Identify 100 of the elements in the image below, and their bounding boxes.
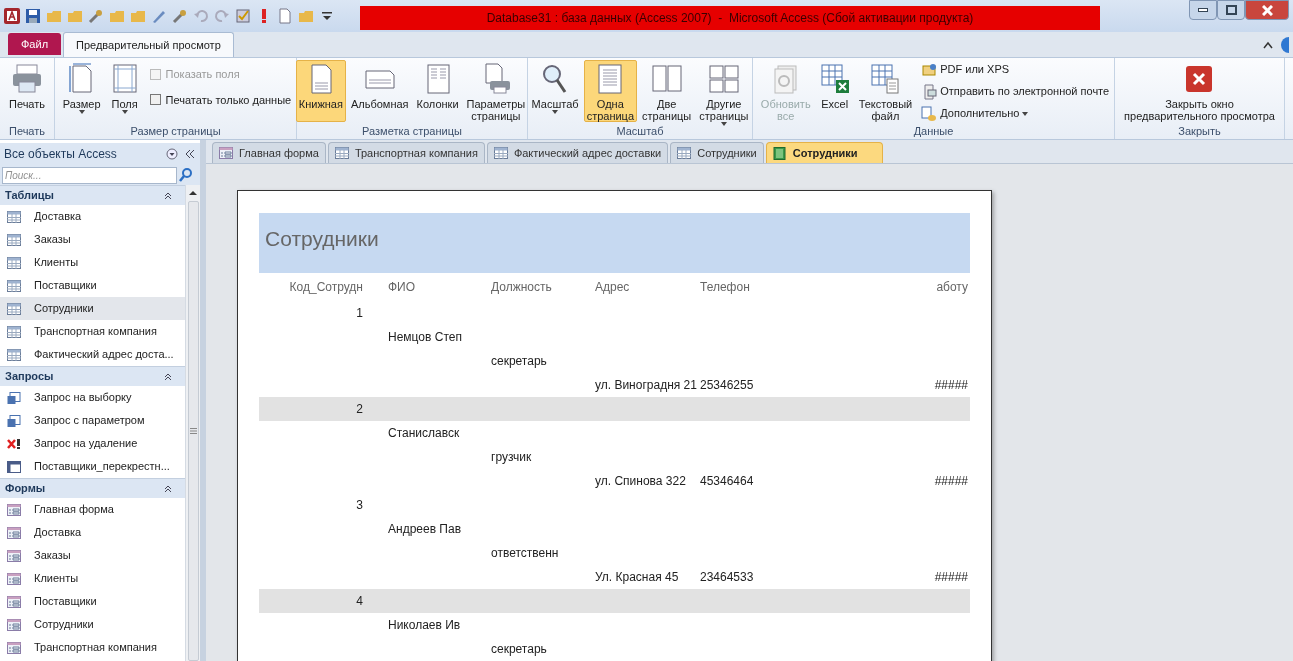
ribbon-button[interactable]: Одна страница — [583, 60, 638, 122]
field-value: Немцов Степ — [388, 330, 462, 344]
field-value: ##### — [934, 378, 968, 392]
table-icon — [677, 146, 692, 160]
ribbon-button[interactable]: Отправить по электронной почте — [921, 82, 1110, 101]
nav-item[interactable]: Сотрудники — [0, 613, 185, 636]
ribbon-button[interactable]: Две страницы — [639, 60, 695, 122]
form-icon — [7, 618, 21, 631]
ribbon-button[interactable]: Другие страницы — [696, 60, 752, 122]
nav-item[interactable]: Доставка — [0, 205, 185, 228]
ribbon-button[interactable]: Размер — [59, 60, 104, 122]
redo-icon[interactable] — [214, 8, 230, 24]
form-icon — [7, 503, 21, 516]
undo-icon[interactable] — [193, 8, 209, 24]
minimize-button[interactable] — [1189, 0, 1217, 20]
report-icon — [772, 146, 787, 160]
nav-item[interactable]: Главная форма — [0, 498, 185, 521]
close-button[interactable] — [1245, 0, 1289, 20]
nav-item[interactable]: Клиенты — [0, 251, 185, 274]
scroll-up-icon — [188, 189, 198, 197]
ribbon-button[interactable]: Масштаб — [528, 60, 582, 122]
ribbon-tab[interactable]: Предварительный просмотр — [63, 32, 234, 57]
form-icon — [219, 146, 233, 160]
table-icon — [7, 348, 21, 361]
table-icon — [7, 325, 21, 338]
ribbon-button[interactable]: Книжная — [295, 60, 346, 122]
table-icon — [7, 210, 21, 223]
pdf-icon — [921, 61, 938, 78]
database-more-icon — [921, 105, 938, 122]
close-icon — [1261, 4, 1273, 16]
document-icon[interactable] — [277, 8, 293, 24]
ribbon-button[interactable]: Печать — [5, 60, 48, 122]
access-logo-icon — [4, 8, 20, 24]
ribbon-tab[interactable]: Файл — [8, 33, 62, 55]
search-field[interactable]: Поиск... — [2, 166, 177, 184]
column-header: Телефон — [700, 280, 750, 294]
group-label: Печать — [7, 124, 46, 139]
search-icon[interactable] — [179, 168, 193, 182]
pane-title: Все объекты Access — [4, 146, 118, 163]
nav-item[interactable]: Поставщики — [0, 274, 185, 297]
caret-icon — [78, 110, 85, 114]
ribbon-button[interactable]: Дополнительно — [921, 104, 1110, 123]
ribbon-button[interactable]: Поля — [105, 60, 144, 122]
window-title: Database31 : база данных (Access 2007) - Microsoft Access (Сбой активации продукта) — [486, 10, 974, 27]
section-header[interactable]: Таблицы — [0, 185, 185, 205]
table-icon — [7, 256, 21, 269]
crosstab-query-icon — [7, 460, 21, 473]
email-icon — [921, 83, 938, 100]
document-tab[interactable]: Сотрудники — [765, 142, 883, 163]
maximize-button[interactable] — [1217, 0, 1245, 20]
nav-item[interactable]: Запрос с параметром — [0, 409, 185, 432]
ribbon-button[interactable]: Текстовый файл — [855, 60, 916, 122]
table-icon — [7, 302, 21, 315]
checklist-icon[interactable] — [235, 8, 251, 24]
text-file-export-icon — [869, 63, 902, 95]
query-icon — [7, 391, 21, 404]
collapse-icon — [164, 372, 172, 381]
ribbon-button[interactable]: Параметры страницы — [463, 60, 529, 122]
document-tab[interactable]: Транспортная компания — [327, 142, 485, 163]
checkbox[interactable]: Печатать только данные — [149, 91, 292, 108]
field-value: 3 — [356, 498, 363, 512]
grip-icon — [189, 428, 197, 434]
document-tab[interactable]: Сотрудники — [670, 142, 764, 163]
save-icon[interactable] — [25, 8, 41, 24]
nav-item[interactable]: Фактический адрес доста... — [0, 343, 185, 366]
nav-item[interactable]: Поставщики — [0, 590, 185, 613]
column-header: аботу — [936, 280, 968, 294]
dropdown-circle-icon[interactable] — [166, 148, 178, 160]
nav-item[interactable]: Транспортная компания — [0, 320, 185, 343]
caret-icon — [121, 110, 128, 114]
field-value: 25346255 — [700, 378, 754, 392]
section-header[interactable]: Формы — [0, 478, 185, 498]
ribbon-button[interactable]: PDF или XPS — [921, 60, 1110, 79]
nav-item[interactable]: Сотрудники — [0, 297, 185, 320]
collapse-pane-icon[interactable] — [184, 148, 196, 160]
ribbon-button[interactable]: Альбомная — [347, 60, 412, 122]
group-label: Размер страницы — [129, 124, 222, 139]
nav-item[interactable]: Запрос на выборку — [0, 386, 185, 409]
nav-item[interactable]: Заказы — [0, 544, 185, 567]
ribbon-button[interactable]: Excel — [815, 60, 854, 122]
nav-item[interactable]: Заказы — [0, 228, 185, 251]
caret-icon — [720, 122, 727, 126]
document-tab[interactable]: Главная форма — [212, 142, 326, 163]
ribbon-button[interactable]: Закрыть окно предварительного просмотра — [1121, 60, 1278, 122]
table-icon — [493, 146, 508, 160]
section-header[interactable]: Запросы — [0, 366, 185, 386]
nav-item[interactable]: Поставщики_перекрестн... — [0, 455, 185, 478]
field-value: 45346464 — [700, 474, 754, 488]
document-tab[interactable]: Фактический адрес доставки — [486, 142, 669, 163]
pen-icon[interactable] — [151, 8, 167, 24]
nav-item[interactable]: Клиенты — [0, 567, 185, 590]
nav-item[interactable]: Транспортная компания — [0, 636, 185, 659]
ribbon-button[interactable]: Колонки — [413, 60, 462, 122]
nav-item[interactable]: Доставка — [0, 521, 185, 544]
group-label: Разметка страницы — [361, 124, 463, 139]
help-icon[interactable] — [1279, 37, 1289, 53]
nav-item[interactable]: Запрос на удаление — [0, 432, 185, 455]
collapse-icon — [164, 484, 172, 493]
caret-icon — [1022, 111, 1029, 116]
collapse-icon[interactable] — [1263, 41, 1273, 49]
